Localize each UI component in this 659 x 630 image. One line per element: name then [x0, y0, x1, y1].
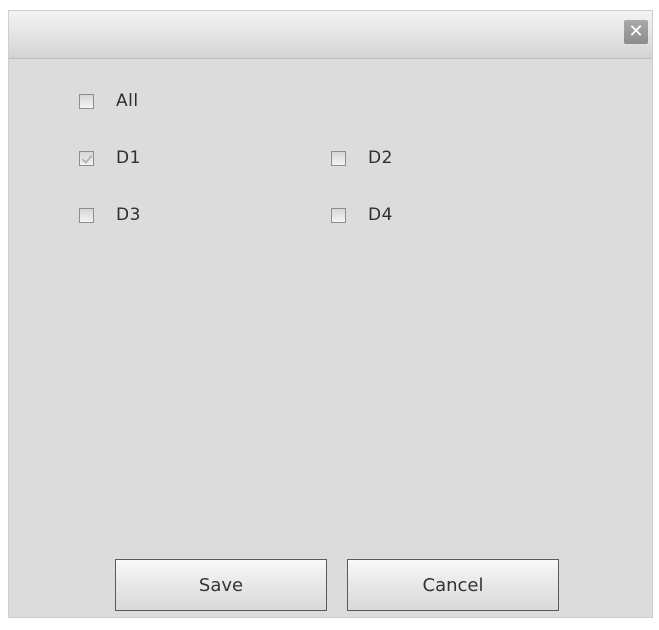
checkbox-d3[interactable]: D3 — [79, 203, 141, 227]
checkbox-icon[interactable] — [79, 150, 94, 166]
checkbox-icon[interactable] — [331, 207, 346, 223]
dialog-window: ✕ All D1 D2 D3 D4 Save Cancel — [8, 10, 653, 618]
close-icon[interactable]: ✕ — [624, 20, 648, 44]
checkbox-all-label: All — [116, 91, 139, 111]
dialog-titlebar: ✕ — [9, 11, 652, 59]
cancel-button[interactable]: Cancel — [347, 559, 559, 611]
save-button[interactable]: Save — [115, 559, 327, 611]
checkbox-icon[interactable] — [79, 93, 94, 109]
checkbox-d1-label: D1 — [116, 148, 141, 168]
checkbox-d2[interactable]: D2 — [331, 146, 393, 170]
checkbox-d4[interactable]: D4 — [331, 203, 393, 227]
checkbox-icon[interactable] — [331, 150, 346, 166]
checkbox-d4-label: D4 — [368, 205, 393, 225]
checkbox-d2-label: D2 — [368, 148, 393, 168]
checkbox-d3-label: D3 — [116, 205, 141, 225]
checkbox-all[interactable]: All — [79, 89, 139, 113]
checkbox-icon[interactable] — [79, 207, 94, 223]
checkbox-d1[interactable]: D1 — [79, 146, 141, 170]
